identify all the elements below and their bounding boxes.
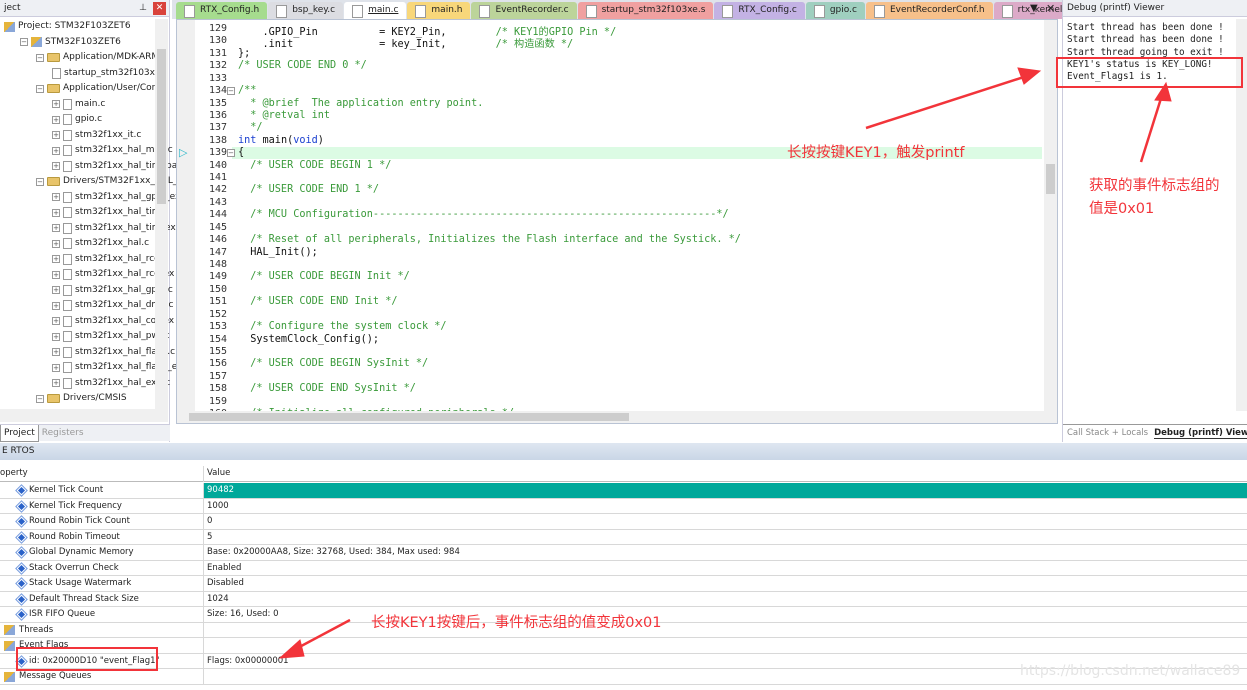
arrow-line	[1139, 91, 1165, 163]
arrow-head	[278, 639, 305, 659]
arrow-line	[865, 73, 1031, 130]
watermark: https://blog.csdn.net/wallace89	[1020, 663, 1241, 679]
arrow-head	[1154, 81, 1172, 102]
annotation-arrows	[278, 67, 1172, 659]
arrow-head	[1017, 67, 1042, 85]
